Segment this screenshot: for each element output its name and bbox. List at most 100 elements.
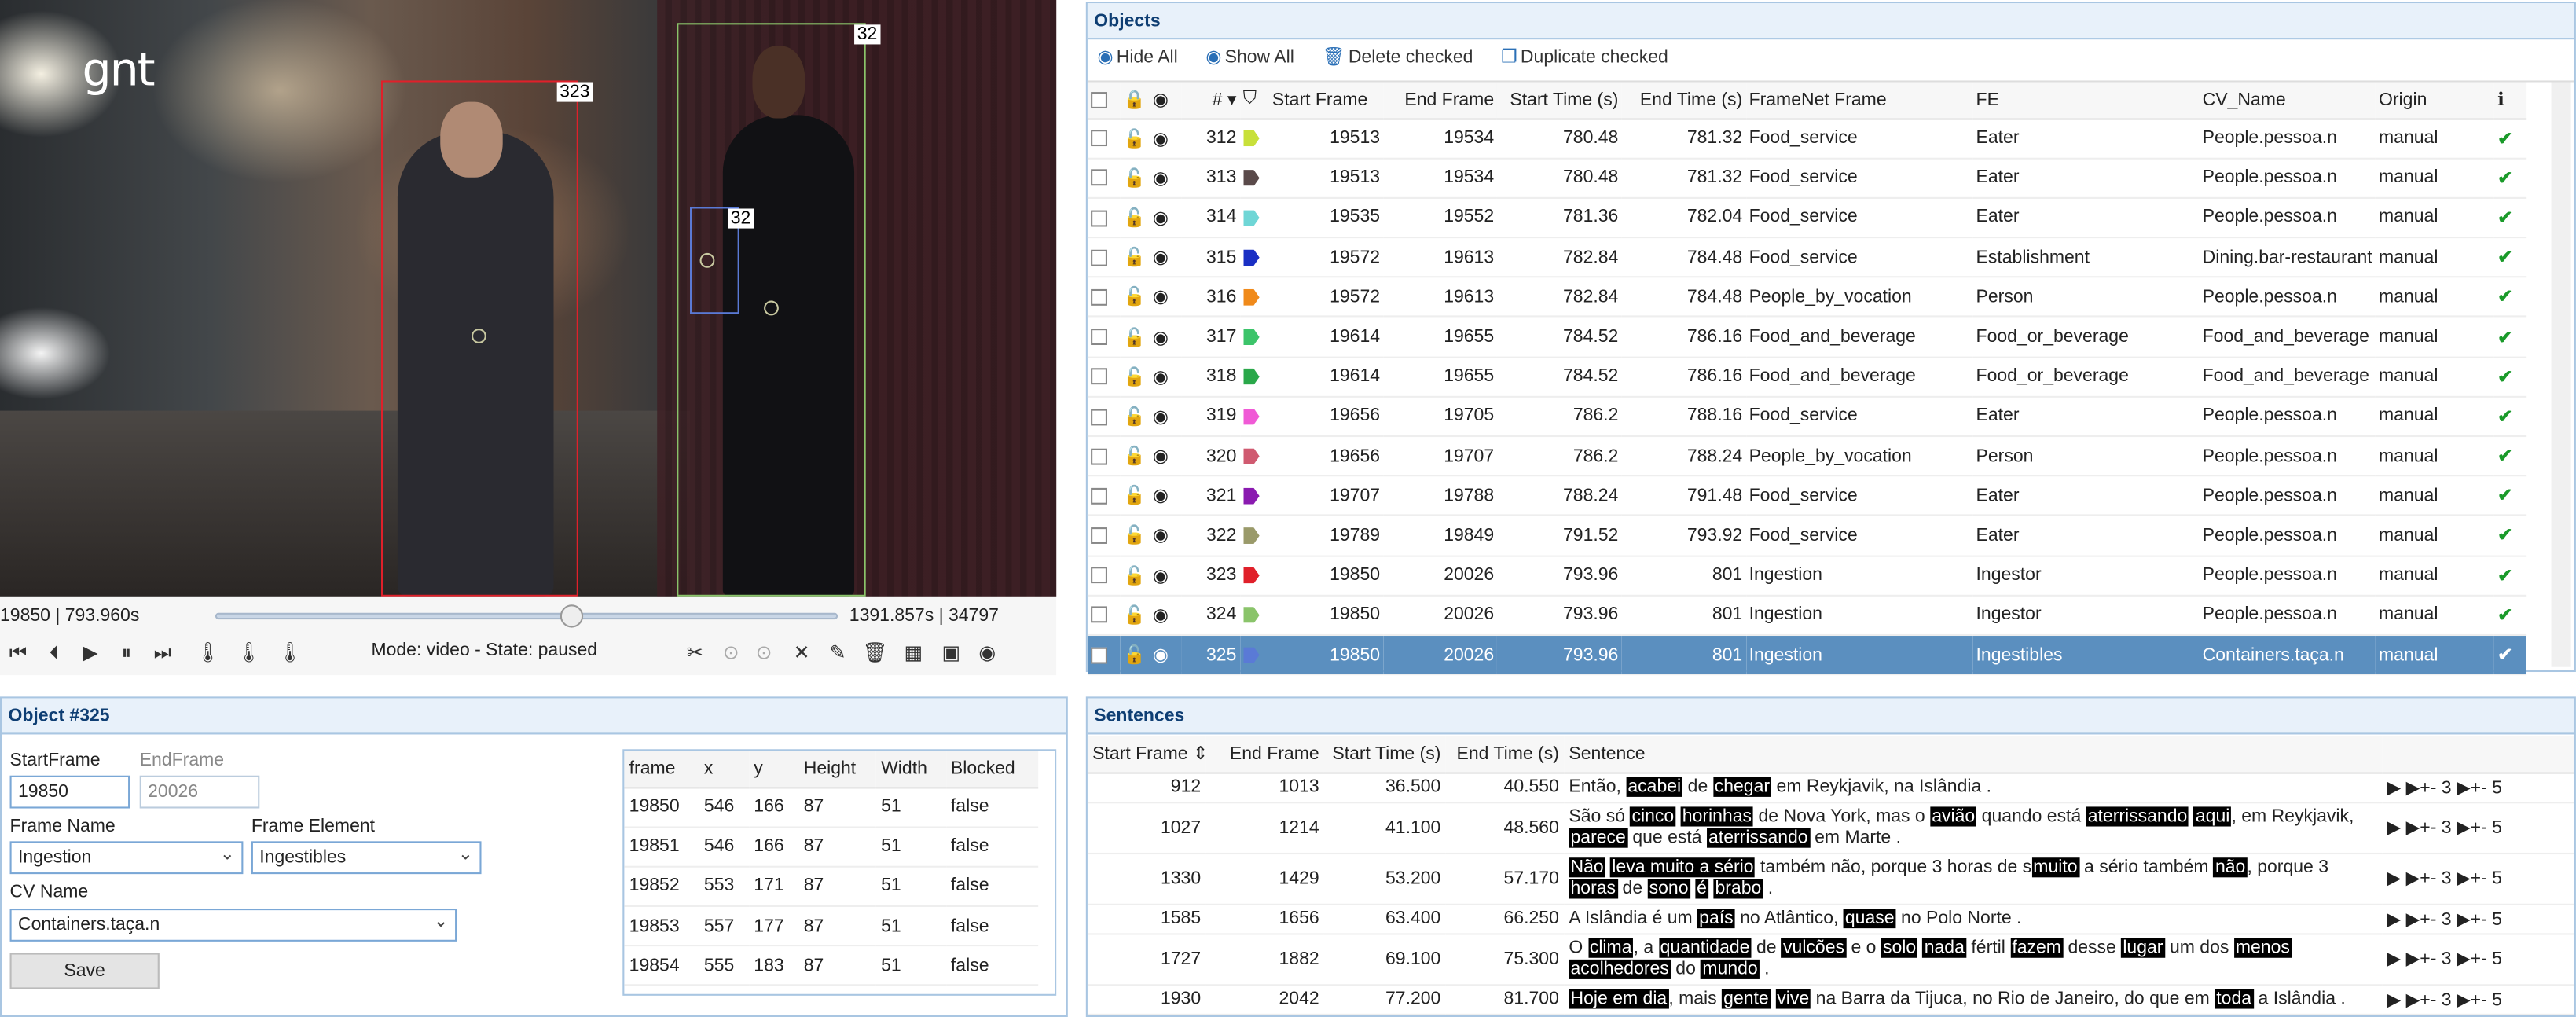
row-checkbox[interactable]: [1087, 436, 1121, 477]
crop-icon[interactable]: ✂: [684, 641, 706, 663]
col-id[interactable]: # ▾: [1181, 82, 1240, 119]
frame-name-select[interactable]: Ingestion: [9, 841, 244, 875]
play-window-5-icon[interactable]: ▶: [2457, 949, 2471, 969]
trash-icon[interactable]: 🗑: [863, 641, 888, 663]
annotated-word[interactable]: chegar: [1712, 776, 1772, 796]
play-window-3-label[interactable]: +- 3: [2420, 778, 2451, 798]
row-checkbox[interactable]: [1087, 277, 1121, 318]
row-checkbox[interactable]: [1087, 516, 1121, 556]
save-button[interactable]: Save: [9, 953, 160, 989]
annotated-word[interactable]: acabei: [1626, 776, 1683, 796]
row-checkbox[interactable]: [1087, 396, 1121, 438]
visibility-eye-icon[interactable]: ◉: [1149, 237, 1182, 278]
checkbox[interactable]: [1091, 288, 1107, 306]
row-checkbox[interactable]: [1087, 356, 1121, 398]
col-end-frame[interactable]: End Frame: [1205, 736, 1324, 773]
play-window-3-label[interactable]: +- 3: [2420, 909, 2451, 929]
play-window-3-label[interactable]: +- 3: [2420, 818, 2451, 838]
checkbox[interactable]: [1091, 646, 1107, 663]
checkbox[interactable]: [1091, 487, 1107, 505]
col-cv-name[interactable]: CV_Name: [2199, 82, 2376, 119]
annotated-word[interactable]: vive: [1775, 988, 1811, 1008]
box-center-handle[interactable]: [699, 252, 715, 268]
annotated-word[interactable]: aterrissando: [2086, 806, 2189, 826]
play-window-3-icon[interactable]: ▶: [2406, 949, 2420, 969]
annotated-word[interactable]: sono: [1647, 878, 1690, 898]
col-end-frame[interactable]: End Frame: [1383, 82, 1498, 119]
annotated-word[interactable]: avião: [1930, 806, 1977, 826]
sentence-row[interactable]: 1585 1656 63.400 66.250 A Islândia é um país…: [1087, 903, 2574, 934]
row-checkbox[interactable]: [1087, 475, 1121, 517]
annotated-word[interactable]: horas: [1569, 878, 1618, 898]
checkbox[interactable]: [1091, 527, 1107, 545]
col-start-frame[interactable]: Start Frame: [1268, 82, 1384, 119]
hide-all-button[interactable]: ◉ Hide All: [1097, 46, 1177, 68]
unlock-icon[interactable]: 🔓: [1120, 118, 1150, 160]
play-window-5-icon[interactable]: ▶: [2457, 990, 2471, 1010]
play-window-3-label[interactable]: +- 3: [2420, 869, 2451, 889]
annotated-word[interactable]: lugar: [2121, 937, 2165, 957]
image-icon[interactable]: ▣: [940, 641, 963, 663]
annotated-word[interactable]: quase: [1843, 908, 1896, 928]
object-row[interactable]: 🔓 ◉ 325 19850 20026 793.96 801 Ingestion Ingesti…: [1087, 634, 2527, 676]
annotated-word[interactable]: muito: [2031, 857, 2079, 877]
checkbox[interactable]: [1091, 249, 1107, 266]
start-frame-input[interactable]: 19850: [9, 775, 130, 809]
annotated-word[interactable]: horinhas: [1680, 806, 1754, 826]
object-row[interactable]: 🔓 ◉ 320 19656 19707 786.2 788.24 People_by_voca…: [1087, 436, 2527, 477]
play-icon[interactable]: ▶: [2387, 949, 2405, 969]
play-window-3-icon[interactable]: ▶: [2406, 778, 2420, 798]
row-checkbox[interactable]: [1087, 595, 1121, 636]
annotated-word[interactable]: Hoje em dia: [1569, 988, 1669, 1008]
annotated-word[interactable]: nada: [1922, 937, 1967, 957]
play-icon[interactable]: ▶: [2387, 818, 2405, 838]
unlock-icon[interactable]: 🔓: [1120, 595, 1150, 636]
unlock-icon[interactable]: 🔓: [1120, 516, 1150, 556]
play-window-5-label[interactable]: +- 5: [2471, 818, 2502, 838]
box-center-handle[interactable]: [764, 300, 779, 316]
play-window-5-icon[interactable]: ▶: [2457, 909, 2471, 929]
timeline-slider[interactable]: [215, 604, 838, 628]
cv-name-select[interactable]: Containers.taça.n: [9, 909, 457, 942]
object-row[interactable]: 🔓 ◉ 322 19789 19849 791.52 793.92 Food_service E…: [1087, 516, 2527, 556]
frame-row[interactable]: 19852 553 171 87 51 false: [624, 866, 1039, 908]
play-window-5-label[interactable]: +- 5: [2471, 778, 2502, 798]
visibility-eye-icon[interactable]: ◉: [1149, 516, 1182, 556]
annotated-word[interactable]: é: [1695, 878, 1708, 898]
frame-row[interactable]: 19854 555 183 87 51 false: [624, 945, 1039, 987]
unlock-icon[interactable]: 🔓: [1120, 237, 1150, 278]
play-window-3-label[interactable]: +- 3: [2420, 949, 2451, 969]
annotated-word[interactable]: fazem: [2010, 937, 2064, 957]
annotated-word[interactable]: mundo: [1701, 958, 1760, 978]
play-window-5-label[interactable]: +- 5: [2471, 949, 2502, 969]
play-icon[interactable]: ▶: [2387, 778, 2405, 798]
play-window-3-label[interactable]: +- 3: [2420, 990, 2451, 1010]
checkbox[interactable]: [1091, 209, 1107, 226]
eye-icon[interactable]: ◉: [976, 641, 999, 663]
unlock-icon[interactable]: 🔓: [1120, 197, 1150, 239]
annotated-word[interactable]: gente: [1722, 988, 1771, 1008]
frame-row[interactable]: 19851 546 166 87 51 false: [624, 826, 1039, 868]
frame-row[interactable]: 19853 557 177 87 51 false: [624, 906, 1039, 947]
object-row[interactable]: 🔓 ◉ 319 19656 19705 786.2 788.16 Food_service Ea…: [1087, 396, 2527, 438]
checkbox[interactable]: [1091, 567, 1107, 584]
checkbox[interactable]: [1091, 329, 1107, 346]
col-start-frame[interactable]: Start Frame ⇕: [1087, 736, 1208, 773]
play-circle-icon[interactable]: ⊙: [720, 641, 743, 663]
object-row[interactable]: 🔓 ◉ 321 19707 19788 788.24 791.48 Food_service E…: [1087, 475, 2527, 517]
unlock-icon[interactable]: 🔓: [1120, 555, 1150, 597]
skip-back-icon[interactable]: ⏮: [6, 641, 29, 665]
object-row[interactable]: 🔓 ◉ 324 19850 20026 793.96 801 Ingestion Ingesto…: [1087, 595, 2527, 636]
play-window-5-icon[interactable]: ▶: [2457, 778, 2471, 798]
play-window-3-icon[interactable]: ▶: [2406, 818, 2420, 838]
box-center-handle[interactable]: [471, 329, 486, 343]
annotated-word[interactable]: parece: [1569, 827, 1627, 847]
sentence-row[interactable]: 1330 1429 53.200 57.170 Não leva muito a sér…: [1087, 852, 2574, 905]
annotated-word[interactable]: leva muito a sério: [1610, 857, 1756, 877]
visibility-eye-icon[interactable]: ◉: [1149, 158, 1182, 199]
sentence-row[interactable]: 1930 2042 77.200 81.700 Hoje em dia, mais ge…: [1087, 984, 2574, 1015]
annotated-word[interactable]: país: [1697, 908, 1735, 928]
show-all-button[interactable]: ◉ Show All: [1205, 46, 1294, 68]
pause-circle-icon[interactable]: ⊙: [752, 641, 775, 663]
object-row[interactable]: 🔓 ◉ 314 19535 19552 781.36 782.04 Food_service E…: [1087, 197, 2527, 239]
